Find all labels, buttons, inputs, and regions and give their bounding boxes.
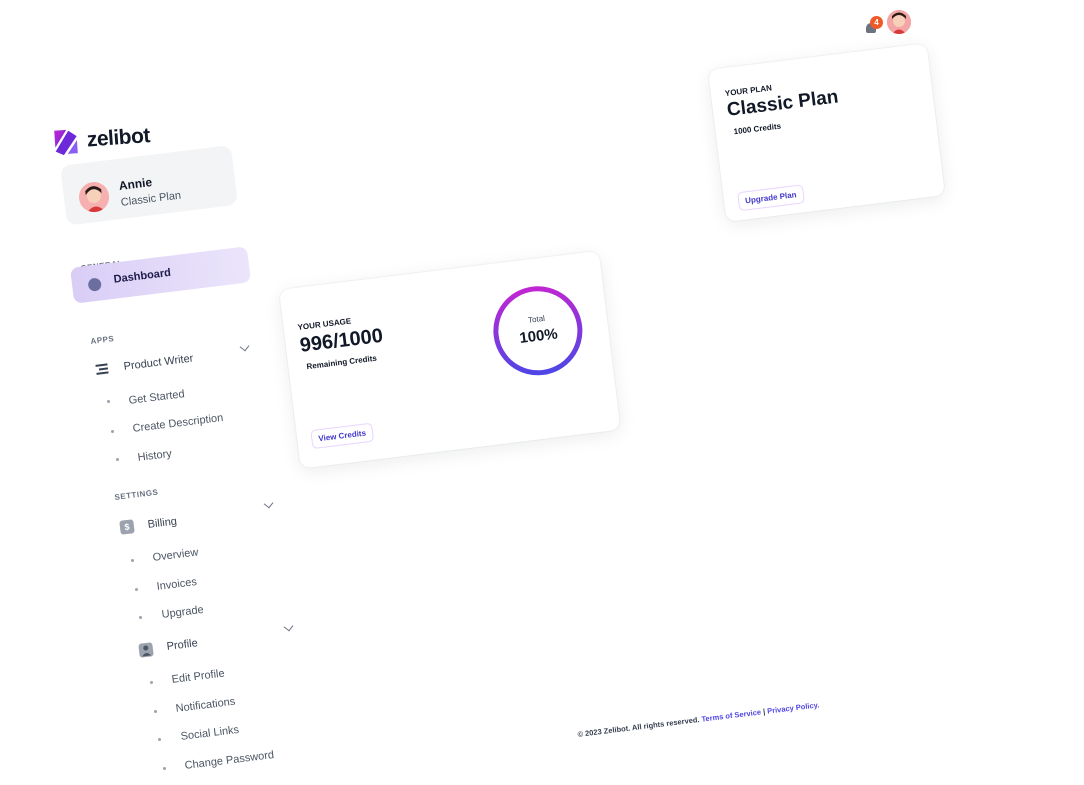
- sidebar-item-product-writer-label: Product Writer: [123, 352, 195, 373]
- privacy-link[interactable]: Privacy Policy.: [767, 700, 820, 715]
- header-avatar[interactable]: [887, 10, 911, 34]
- usage-subtitle: Remaining Credits: [306, 353, 378, 372]
- brand-name: zelibot: [86, 124, 151, 152]
- billing-icon: $: [119, 519, 135, 535]
- bullet-icon: [139, 616, 142, 619]
- plan-card: YOUR PLAN Classic Plan 1000 Credits Upgr…: [708, 43, 946, 222]
- sidebar-item-dashboard[interactable]: Dashboard: [70, 246, 252, 304]
- sidebar-subitem-change-password[interactable]: Change Password: [184, 749, 275, 772]
- brand-logo[interactable]: zelibot: [50, 121, 151, 158]
- sidebar-subitem-notifications[interactable]: Notifications: [175, 696, 236, 715]
- sidebar-subitem-get-started[interactable]: Get Started: [128, 388, 185, 407]
- sidebar-subitem-social-links[interactable]: Social Links: [180, 724, 240, 743]
- terms-link[interactable]: Terms of Service: [701, 707, 762, 723]
- app-root: 4 zelibot Annie Classic Plan Dashboard A…: [0, 0, 1084, 785]
- section-settings-label: SETTINGS: [114, 487, 159, 502]
- sidebar-subitem-overview[interactable]: Overview: [152, 546, 199, 563]
- usage-ring: Total 100%: [487, 279, 590, 382]
- section-apps-label: APPS: [90, 334, 115, 346]
- bullet-icon: [158, 738, 161, 741]
- sidebar-subitem-history[interactable]: History: [137, 448, 172, 464]
- dashboard-icon: [87, 277, 102, 292]
- sidebar-subitem-invoices[interactable]: Invoices: [156, 576, 198, 593]
- user-avatar: [77, 180, 111, 214]
- bullet-icon: [135, 588, 138, 591]
- chevron-down-icon[interactable]: [239, 341, 250, 352]
- sidebar-item-dashboard-label: Dashboard: [113, 266, 172, 286]
- bullet-icon: [111, 430, 114, 433]
- footer-separator: |: [762, 706, 766, 717]
- app-plane: 4 zelibot Annie Classic Plan Dashboard A…: [0, 0, 1084, 785]
- user-name: Annie: [118, 174, 153, 193]
- footer: © 2023 Zelibot. All rights reserved. Ter…: [577, 700, 820, 739]
- bullet-icon: [150, 681, 153, 684]
- upgrade-plan-button[interactable]: Upgrade Plan: [737, 184, 805, 212]
- sidebar-subitem-edit-profile[interactable]: Edit Profile: [171, 668, 225, 686]
- footer-copyright: © 2023 Zelibot. All rights reserved.: [577, 715, 700, 739]
- avatar-image: [887, 10, 911, 34]
- sidebar-item-profile-label: Profile: [166, 637, 199, 653]
- notification-badge: 4: [870, 16, 883, 29]
- sidebar-subitem-create-description[interactable]: Create Description: [132, 412, 224, 435]
- usage-card: YOUR USAGE 996/1000 Remaining Credits Vi…: [279, 250, 621, 469]
- notification-bell-icon[interactable]: 4: [864, 16, 883, 36]
- user-card[interactable]: Annie Classic Plan: [60, 145, 239, 226]
- zelibot-logo-icon: [50, 126, 82, 158]
- chevron-down-icon[interactable]: [283, 621, 294, 632]
- bullet-icon: [154, 710, 157, 713]
- profile-icon: [138, 642, 154, 658]
- product-writer-icon: [95, 363, 110, 375]
- bullet-icon: [116, 458, 119, 461]
- chevron-down-icon[interactable]: [263, 498, 274, 509]
- view-credits-button[interactable]: View Credits: [310, 422, 375, 450]
- user-plan: Classic Plan: [120, 189, 182, 209]
- sidebar-subitem-upgrade[interactable]: Upgrade: [161, 604, 204, 621]
- bullet-icon: [131, 559, 134, 562]
- bullet-icon: [107, 400, 110, 403]
- bullet-icon: [163, 767, 166, 770]
- plan-credits: 1000 Credits: [733, 121, 782, 137]
- sidebar-item-billing-label: Billing: [147, 515, 178, 531]
